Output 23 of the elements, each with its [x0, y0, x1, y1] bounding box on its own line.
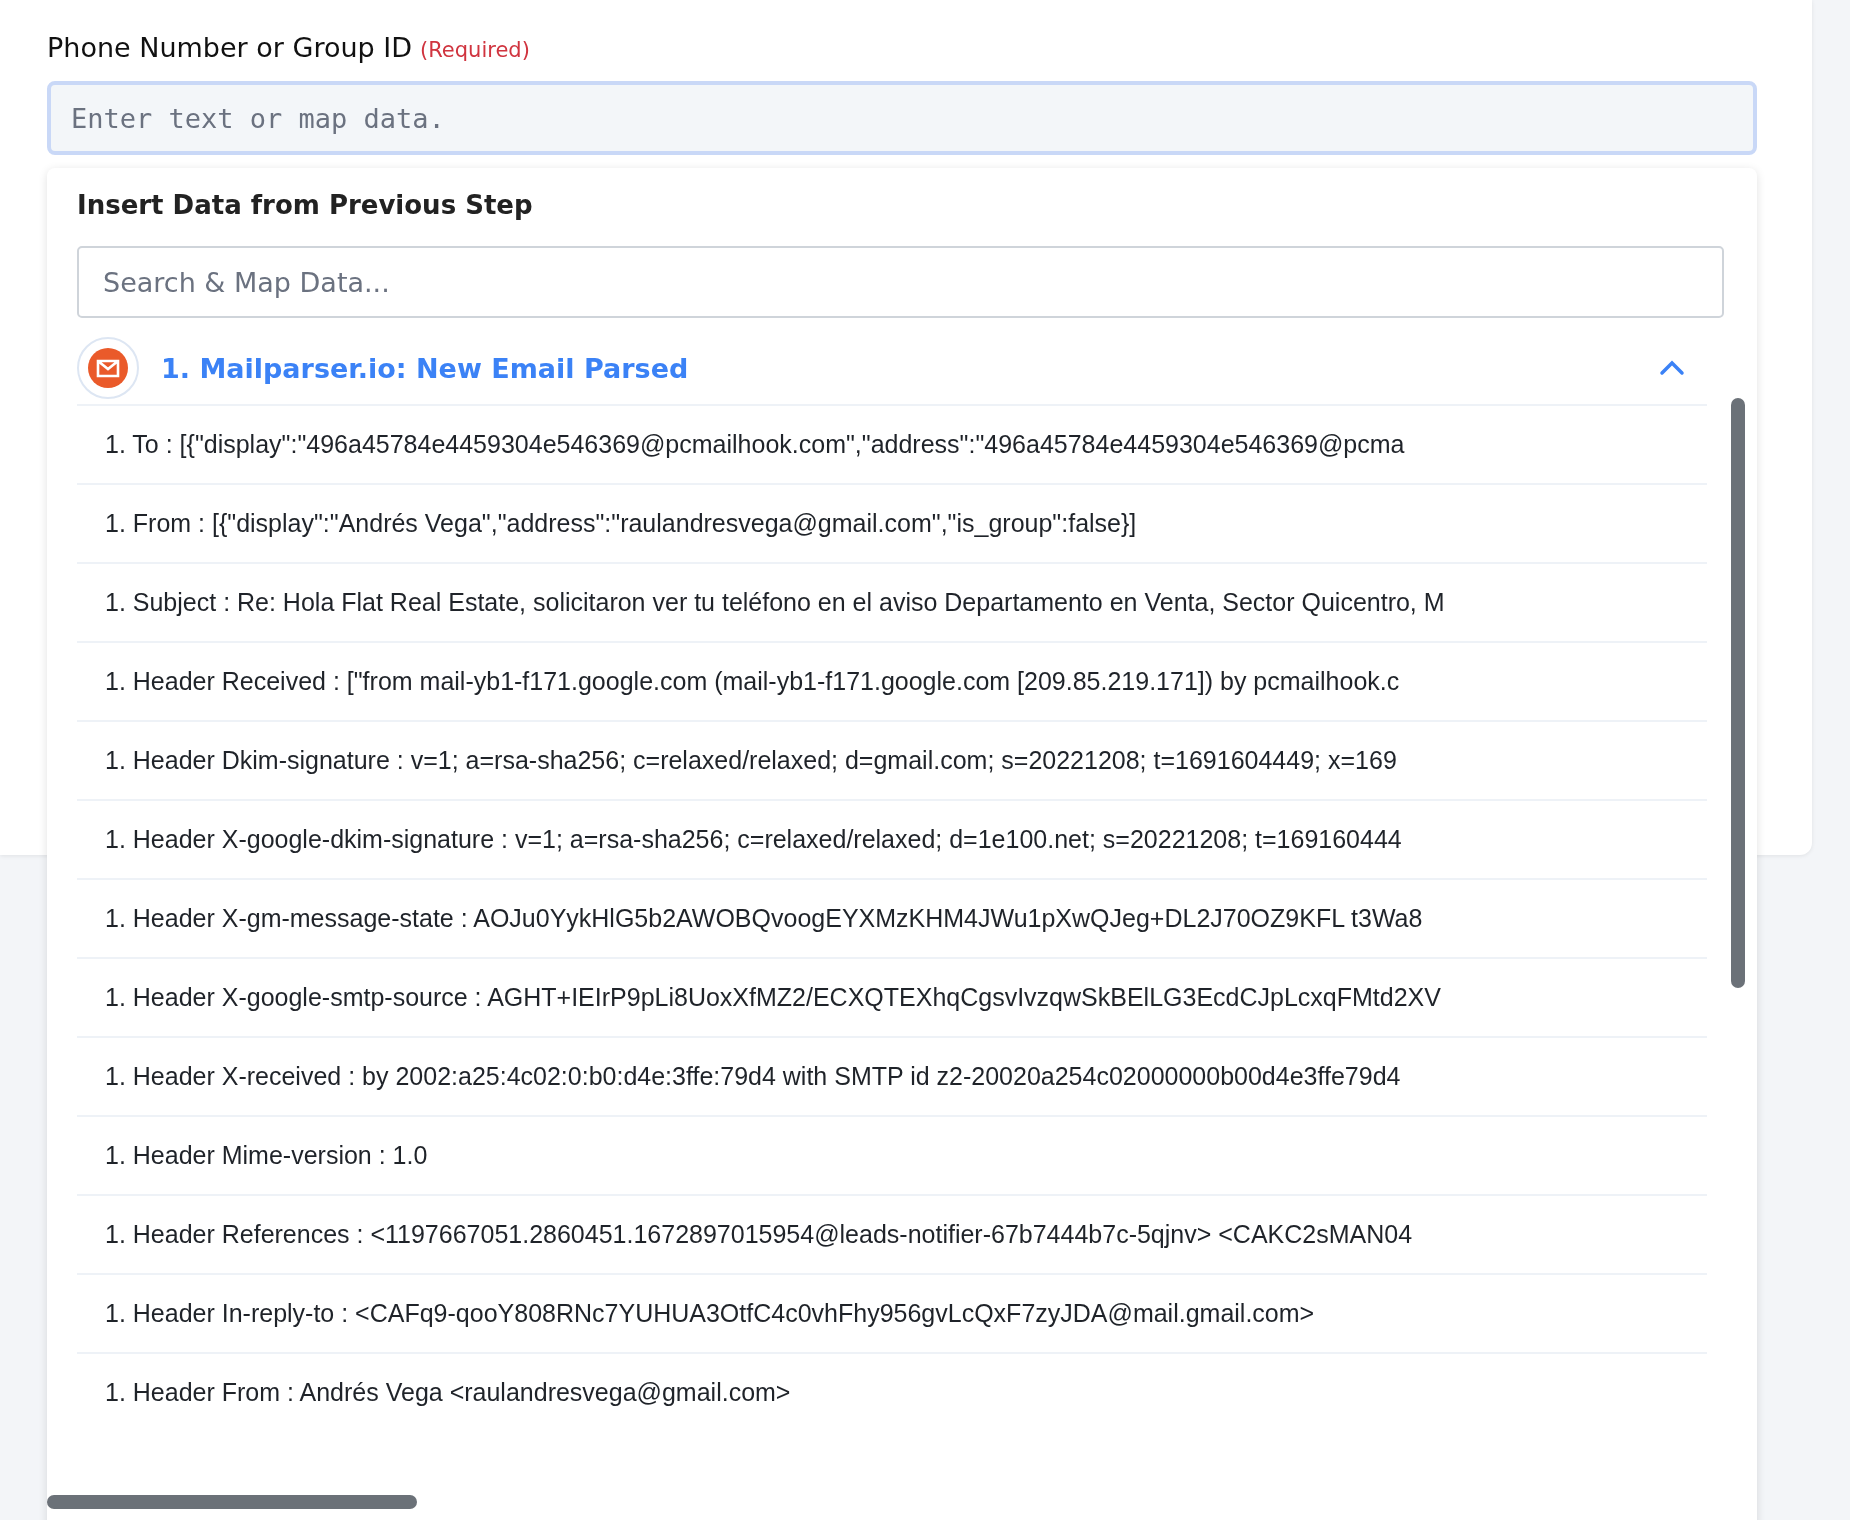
envelope-logo-icon [77, 337, 139, 399]
vertical-scrollbar[interactable] [1731, 398, 1745, 988]
data-item[interactable]: 1. Header X-google-dkim-signature : v=1; a=rsa-sha256; c=relaxed/relaxed; d=1e100.net; s=20221208; t=169160444 [77, 799, 1707, 878]
required-note: (Required) [420, 38, 530, 62]
data-item[interactable]: 1. Header References : <1197667051.2860451.1672897015954@leads-notifier-67b7444b7c-5qjnv> <CAKC2sMAN04 [77, 1194, 1707, 1273]
data-item[interactable]: 1. Header Received : ["from mail-yb1-f171.google.com (mail-yb1-f171.google.com [209.85.219.171]) by pcmailhook.c [77, 641, 1707, 720]
caret-icon[interactable] [1659, 360, 1685, 376]
data-item[interactable]: 1. Header Dkim-signature : v=1; a=rsa-sha256; c=relaxed/relaxed; d=gmail.com; s=20221208; t=1691604449; x=169 [77, 720, 1707, 799]
search-field[interactable]: Search & Map Data... [77, 246, 1724, 318]
horizontal-scrollbar[interactable] [47, 1495, 417, 1509]
data-item[interactable]: 1. Subject : Re: Hola Flat Real Estate, solicitaron ver tu teléfono en el aviso Departamento en Venta, Sector Quicentro, M [77, 562, 1707, 641]
data-item[interactable]: 1. Header In-reply-to : <CAFq9-qooY808RNc7YUHUA3OtfC4c0vhFhy956gvLcQxF7zyJDA@mail.gmail.com> [77, 1273, 1707, 1352]
data-item[interactable]: 1. Header X-gm-message-state : AOJu0YykHlG5b2AWOBQvoogEYXMzKHM4JWu1pXwQJeg+DL2J70OZ9KFL t3Wa8 [77, 878, 1707, 957]
dropdown-title: Insert Data from Previous Step [77, 190, 534, 220]
step-title[interactable]: 1. Mailparser.io: New Email Parsed [161, 352, 1637, 384]
data-item[interactable]: 1. From : [{"display":"Andrés Vega","address":"raulandresvega@gmail.com","is_group":false}] [77, 483, 1707, 562]
input-field[interactable]: Enter text or map data. [47, 81, 1757, 155]
data-item[interactable]: 1. To : [{"display":"496a45784e4459304e546369@pcmailhook.com","address":"496a45784e4459304e546369@pcma [77, 404, 1707, 483]
data-item[interactable]: 1. Header X-received : by 2002:a25:4c02:0:b0:d4e:3ffe:79d4 with SMTP id z2-20020a254c02000000b00d4e3ffe79d4 [77, 1036, 1707, 1115]
data-item[interactable]: 1. Header Mime-version : 1.0 [77, 1115, 1707, 1194]
data-item[interactable]: 1. Header X-google-smtp-source : AGHT+IEIrP9pLi8UoxXfMZ2/ECXQTEXhqCgsvIvzqwSkBElLG3EcdCJpLcxqFMtd2XV [77, 957, 1707, 1036]
data-item[interactable]: 1. Header From : Andrés Vega <raulandresvega@gmail.com> [77, 1352, 1707, 1431]
field-label: Phone Number or Group ID [47, 32, 412, 63]
